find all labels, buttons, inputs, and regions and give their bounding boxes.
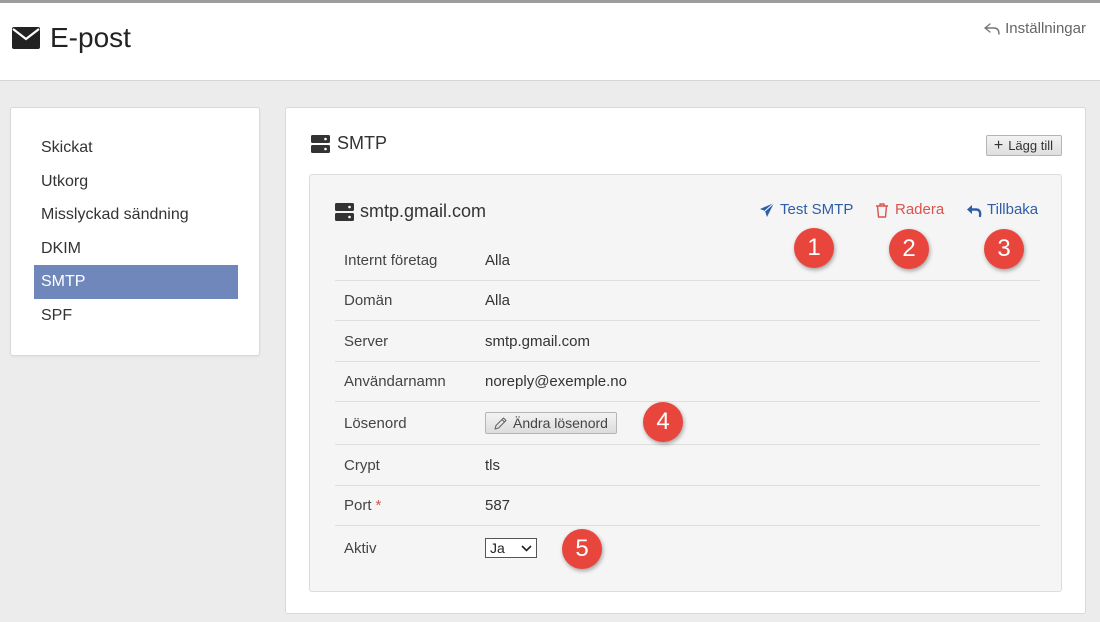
server-icon [335,202,354,221]
delete-button[interactable]: Radera [874,201,944,218]
field-value: Ändra lösenord [485,412,617,434]
add-button[interactable]: + Lägg till [985,135,1062,156]
field-value: tls [485,456,500,474]
back-button[interactable]: Tillbaka [966,201,1038,218]
field-row-port: Port * 587 [335,486,1040,526]
settings-label: Inställningar [1005,20,1086,37]
paper-plane-icon [760,202,775,217]
envelope-icon [12,27,40,49]
field-row-company: Internt företag Alla [335,240,1040,281]
field-label: Aktiv [344,539,377,557]
field-label: Domän [344,292,393,309]
sidebar-list: Skickat Utkorg Misslyckad sändning DKIM … [34,131,238,333]
callout-badge-5: 5 [562,529,602,569]
port-label-text: Port [344,497,372,514]
field-row-server: Server smtp.gmail.com [335,321,1040,362]
smtp-panel: SMTP + Lägg till smtp.gmail.com Test SMT… [285,107,1086,614]
field-row-active: Aktiv Ja [335,526,1040,570]
field-value: Alla [485,251,511,269]
plus-icon: + [993,136,1004,154]
field-value: Ja [485,538,537,558]
field-row-domain: Domän Alla [335,281,1040,321]
field-label: Lösenord [344,414,407,432]
test-smtp-label: Test SMTP [780,201,854,218]
field-row-password: Lösenord Ändra lösenord [335,402,1040,445]
page-header: E-post Inställningar [0,3,1100,81]
smtp-card: smtp.gmail.com Test SMTP Radera Tillbaka [309,174,1062,592]
sidebar: Skickat Utkorg Misslyckad sändning DKIM … [10,107,260,356]
settings-link[interactable]: Inställningar [984,20,1086,37]
change-password-label: Ändra lösenord [513,415,608,431]
add-label: Lägg till [1008,138,1053,153]
callout-badge-3: 3 [984,229,1024,269]
page-title-text: E-post [50,22,131,53]
sidebar-item-utkorg[interactable]: Utkorg [34,165,238,199]
delete-label: Radera [895,201,945,218]
trash-icon [876,202,888,218]
pencil-icon [494,416,507,430]
sidebar-item-dkim[interactable]: DKIM [34,232,238,266]
field-row-username: Användarnamn noreply@exemple.no [335,362,1040,402]
field-row-crypt: Crypt tls [335,445,1040,486]
field-value: smtp.gmail.com [485,332,591,350]
sidebar-item-smtp[interactable]: SMTP [34,265,238,299]
change-password-button[interactable]: Ändra lösenord [485,412,617,434]
field-label: Server [344,332,389,350]
field-label: Användarnamn [344,373,446,390]
card-title-text: smtp.gmail.com [360,201,487,221]
field-label: Port * [335,497,485,514]
sidebar-item-spf[interactable]: SPF [34,299,238,333]
chevron-down-icon [521,544,532,552]
required-marker: * [375,497,382,514]
undo-arrow-icon [967,204,982,217]
field-label: Internt företag [344,251,438,269]
sidebar-item-skickat[interactable]: Skickat [34,131,238,165]
callout-badge-4: 4 [643,402,683,442]
callout-badge-2: 2 [889,229,929,269]
page-title: E-post [12,22,131,54]
server-icon [311,134,330,153]
panel-title-text: SMTP [337,133,388,153]
card-title: smtp.gmail.com [335,201,486,222]
callout-badge-1: 1 [794,228,834,268]
field-value: noreply@exemple.no [485,373,627,390]
field-value: Alla [485,292,511,309]
active-select[interactable]: Ja [485,538,537,558]
reply-icon [984,22,1000,35]
field-value: 587 [485,497,511,514]
panel-title: SMTP [311,133,387,154]
sidebar-item-misslyckad-sandning[interactable]: Misslyckad sändning [34,198,238,232]
smtp-fields: Internt företag Alla Domän Alla Server s… [335,240,1040,570]
back-label: Tillbaka [987,201,1039,218]
field-label: Crypt [344,456,380,474]
test-smtp-button[interactable]: Test SMTP [759,201,853,218]
active-select-value: Ja [490,540,505,556]
